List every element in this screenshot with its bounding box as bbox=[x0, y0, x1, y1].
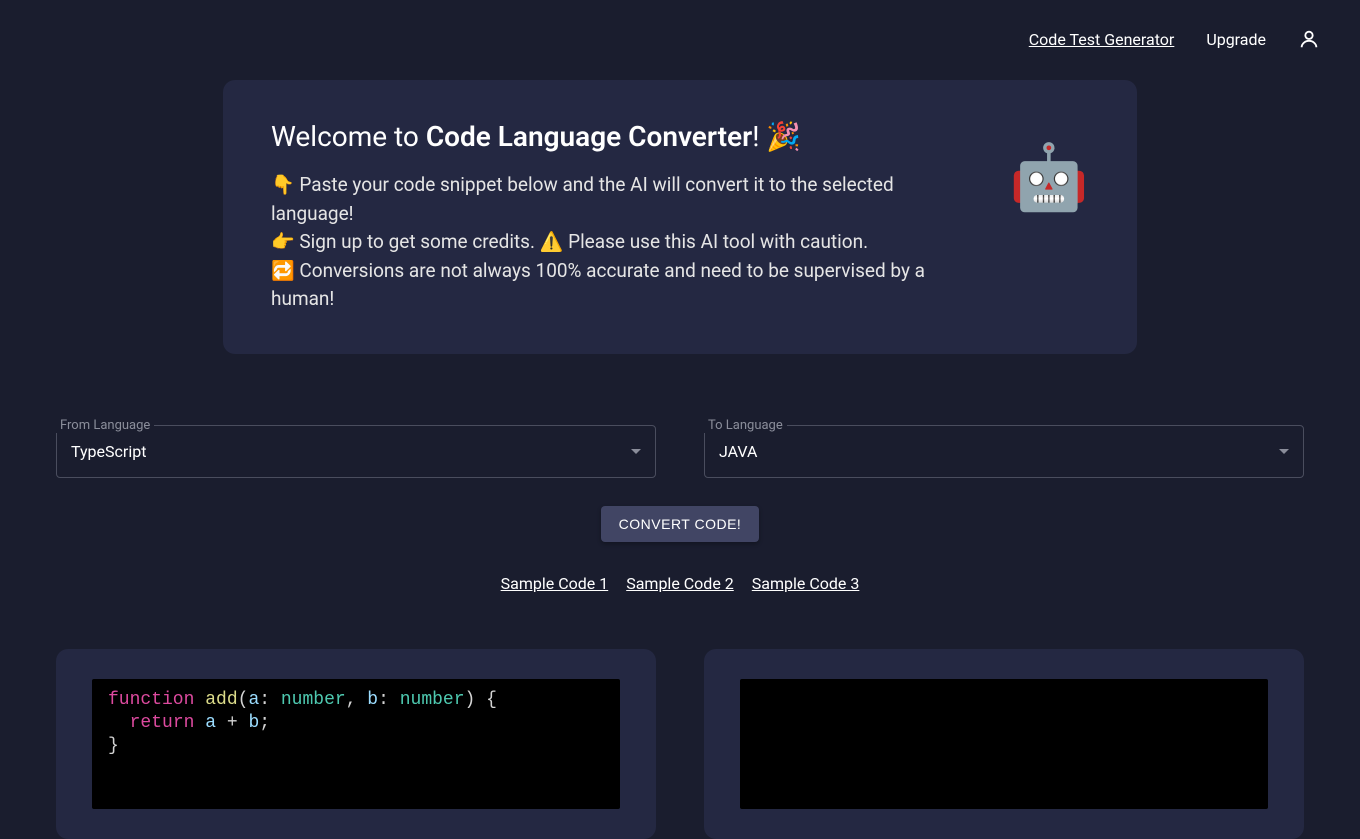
chevron-down-icon bbox=[1279, 449, 1289, 454]
tok-param-b: b bbox=[367, 690, 378, 710]
code-row: function add(a: number, b: number) { ret… bbox=[0, 593, 1360, 839]
tok-colon: : bbox=[378, 690, 400, 710]
welcome-line-1: 👇 Paste your code snippet below and the … bbox=[271, 171, 969, 228]
tok-colon: : bbox=[259, 690, 281, 710]
sample-code-3-link[interactable]: Sample Code 3 bbox=[752, 574, 860, 593]
to-code-editor[interactable] bbox=[740, 679, 1268, 809]
tok-function: function bbox=[108, 690, 194, 710]
welcome-prefix: Welcome to bbox=[271, 120, 426, 153]
from-code-editor[interactable]: function add(a: number, b: number) { ret… bbox=[92, 679, 620, 809]
tok-type-number: number bbox=[400, 690, 465, 710]
tok-return: return bbox=[130, 713, 195, 733]
tok-semi: ; bbox=[259, 713, 270, 733]
convert-button[interactable]: CONVERT CODE! bbox=[601, 506, 760, 542]
welcome-line-3: 🔁 Conversions are not always 100% accura… bbox=[271, 257, 969, 314]
welcome-body: 👇 Paste your code snippet below and the … bbox=[271, 171, 969, 314]
user-icon[interactable] bbox=[1298, 28, 1320, 50]
tok-brace-open: { bbox=[475, 690, 497, 710]
chevron-down-icon bbox=[631, 449, 641, 454]
tok-ret-b: b bbox=[238, 713, 260, 733]
to-language-col: To Language JAVA bbox=[704, 402, 1304, 478]
from-language-col: From Language TypeScript bbox=[56, 402, 656, 478]
sample-links: Sample Code 1 Sample Code 2 Sample Code … bbox=[0, 574, 1360, 593]
tok-param-a: a bbox=[248, 690, 259, 710]
welcome-bold: Code Language Converter bbox=[426, 120, 752, 153]
sample-code-2-link[interactable]: Sample Code 2 bbox=[626, 574, 734, 593]
tok-comma: , bbox=[346, 690, 368, 710]
code-test-generator-link[interactable]: Code Test Generator bbox=[1029, 30, 1175, 49]
tok-brace-close: } bbox=[108, 736, 119, 756]
header: Code Test Generator Upgrade bbox=[0, 0, 1360, 50]
from-language-label: From Language bbox=[56, 418, 154, 433]
tok-paren-close: ) bbox=[465, 690, 476, 710]
tok-plus: + bbox=[227, 713, 238, 733]
robot-icon: 🤖 bbox=[1009, 140, 1089, 215]
to-language-select[interactable]: JAVA bbox=[704, 425, 1304, 478]
language-row: From Language TypeScript To Language JAV… bbox=[0, 354, 1360, 478]
to-code-panel bbox=[704, 649, 1304, 839]
welcome-card: Welcome to Code Language Converter! 🎉 👇 … bbox=[223, 80, 1137, 354]
from-language-value: TypeScript bbox=[71, 442, 146, 461]
welcome-line-2: 👉 Sign up to get some credits. ⚠️ Please… bbox=[271, 228, 969, 257]
to-language-label: To Language bbox=[704, 418, 787, 433]
upgrade-link[interactable]: Upgrade bbox=[1206, 30, 1266, 49]
to-language-value: JAVA bbox=[719, 442, 757, 461]
welcome-title: Welcome to Code Language Converter! 🎉 bbox=[271, 120, 969, 153]
tok-type-number: number bbox=[281, 690, 346, 710]
welcome-suffix: ! 🎉 bbox=[752, 120, 801, 153]
from-code-panel: function add(a: number, b: number) { ret… bbox=[56, 649, 656, 839]
tok-ret-a: a bbox=[194, 713, 226, 733]
tok-fn-name: add bbox=[205, 690, 237, 710]
tok-paren-open: ( bbox=[238, 690, 249, 710]
welcome-text: Welcome to Code Language Converter! 🎉 👇 … bbox=[271, 120, 969, 314]
sample-code-1-link[interactable]: Sample Code 1 bbox=[501, 574, 609, 593]
tok-indent bbox=[108, 713, 130, 733]
